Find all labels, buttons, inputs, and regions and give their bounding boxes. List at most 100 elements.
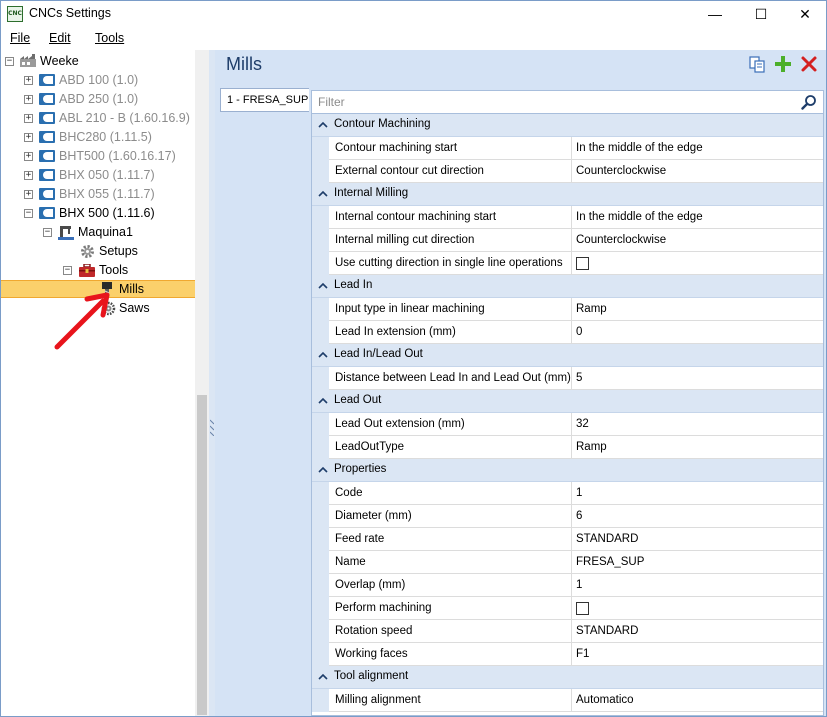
add-icon[interactable] — [774, 55, 792, 73]
property-value[interactable]: Ramp — [572, 436, 823, 459]
tree-item-machine[interactable]: + ABD 250 (1.0) — [1, 90, 191, 109]
tree-item-machine[interactable]: + BHX 055 (1.11.7) — [1, 185, 191, 204]
tab-fresa-sup[interactable]: 1 - FRESA_SUP — [220, 88, 309, 112]
tree-label-machine: BHX 055 (1.11.7) — [59, 187, 155, 201]
copy-icon[interactable] — [748, 55, 766, 73]
tree-item-machine-active[interactable]: − BHX 500 (1.11.6) — [1, 204, 191, 223]
property-row[interactable]: Internal contour machining start In the m… — [312, 206, 823, 229]
expand-icon[interactable]: + — [24, 133, 33, 142]
expand-icon[interactable]: + — [24, 114, 33, 123]
property-value[interactable]: F1 — [572, 643, 823, 666]
chevron-up-icon[interactable] — [318, 120, 328, 130]
minimize-button[interactable]: — — [692, 1, 738, 27]
maximize-button[interactable]: ☐ — [738, 1, 784, 27]
property-row[interactable]: Feed rate STANDARD — [312, 528, 823, 551]
property-name: Rotation speed — [329, 620, 572, 643]
property-row[interactable]: Input type in linear machining Ramp — [312, 298, 823, 321]
tree-item-machine[interactable]: + ABL 210 - B (1.60.16.9) — [1, 109, 191, 128]
property-row[interactable]: Working faces F1 — [312, 643, 823, 666]
property-value[interactable]: Counterclockwise — [572, 229, 823, 252]
property-value[interactable]: In the middle of the edge — [572, 206, 823, 229]
property-row[interactable]: Contour machining start In the middle of … — [312, 137, 823, 160]
chevron-up-icon[interactable] — [318, 350, 328, 360]
category-row[interactable]: Tool alignment — [312, 666, 823, 689]
tree-item-tools[interactable]: − Tools — [1, 261, 191, 280]
tree-item-machine[interactable]: + BHX 050 (1.11.7) — [1, 166, 191, 185]
chevron-up-icon[interactable] — [318, 396, 328, 406]
collapse-icon[interactable]: − — [5, 57, 14, 66]
menu-tools[interactable]: Tools — [95, 31, 124, 45]
tree-item-weeke[interactable]: − Weeke — [1, 52, 191, 71]
collapse-icon[interactable]: − — [43, 228, 52, 237]
property-row[interactable]: Internal milling cut direction Counterclo… — [312, 229, 823, 252]
close-button[interactable]: ✕ — [782, 1, 827, 27]
property-row[interactable]: Lead In extension (mm) 0 — [312, 321, 823, 344]
property-row[interactable]: Diameter (mm) 6 — [312, 505, 823, 528]
tree-scrollbar[interactable] — [195, 50, 209, 716]
tree-item-machine[interactable]: + ABD 100 (1.0) — [1, 71, 191, 90]
filter-input[interactable] — [318, 94, 788, 110]
property-row[interactable]: LeadOutType Ramp — [312, 436, 823, 459]
property-value[interactable] — [572, 597, 823, 620]
property-row[interactable]: Rotation speed STANDARD — [312, 620, 823, 643]
chevron-up-icon[interactable] — [318, 189, 328, 199]
property-value[interactable]: 1 — [572, 574, 823, 597]
category-row[interactable]: Internal Milling — [312, 183, 823, 206]
category-row[interactable]: Lead In/Lead Out — [312, 344, 823, 367]
expand-icon[interactable]: + — [24, 171, 33, 180]
property-row[interactable]: Perform machining — [312, 597, 823, 620]
expand-icon[interactable]: + — [24, 76, 33, 85]
tree-item-machine[interactable]: + BHC280 (1.11.5) — [1, 128, 191, 147]
collapse-icon[interactable]: − — [24, 209, 33, 218]
property-value[interactable]: 32 — [572, 413, 823, 436]
tree-item-setups[interactable]: Setups — [1, 242, 191, 261]
tree-item-mills[interactable]: Mills — [1, 280, 195, 299]
category-row[interactable]: Lead Out — [312, 390, 823, 413]
property-value[interactable]: In the middle of the edge — [572, 137, 823, 160]
delete-icon[interactable] — [800, 55, 818, 73]
tree-item-machine[interactable]: + BHT500 (1.60.16.17) — [1, 147, 191, 166]
property-value[interactable]: Automatico — [572, 689, 823, 712]
property-value[interactable]: 6 — [572, 505, 823, 528]
property-value[interactable]: Counterclockwise — [572, 160, 823, 183]
menu-file[interactable]: File — [10, 31, 30, 45]
category-label: Properties — [334, 463, 387, 475]
property-checkbox[interactable] — [576, 257, 589, 270]
property-row[interactable]: External contour cut direction Counterclo… — [312, 160, 823, 183]
property-value[interactable]: FRESA_SUP — [572, 551, 823, 574]
property-value[interactable]: STANDARD — [572, 528, 823, 551]
chevron-up-icon[interactable] — [318, 672, 328, 682]
chevron-up-icon[interactable] — [318, 465, 328, 475]
property-value[interactable]: 1 — [572, 482, 823, 505]
category-row[interactable]: Properties — [312, 459, 823, 482]
category-row[interactable]: Lead In — [312, 275, 823, 298]
category-row[interactable]: Contour Machining — [312, 114, 823, 137]
property-row[interactable]: Overlap (mm) 1 — [312, 574, 823, 597]
collapse-icon[interactable]: − — [63, 266, 72, 275]
category-label: Lead Out — [334, 394, 382, 406]
property-value[interactable] — [572, 252, 823, 275]
cnc-app-icon: CNC — [7, 6, 23, 22]
search-icon[interactable] — [801, 94, 817, 110]
property-row[interactable]: Lead Out extension (mm) 32 — [312, 413, 823, 436]
expand-icon[interactable]: + — [24, 95, 33, 104]
property-row[interactable]: Distance between Lead In and Lead Out (m… — [312, 367, 823, 390]
expand-icon[interactable]: + — [24, 190, 33, 199]
property-value[interactable]: STANDARD — [572, 620, 823, 643]
property-row[interactable]: Name FRESA_SUP — [312, 551, 823, 574]
property-value[interactable]: 0 — [572, 321, 823, 344]
property-row[interactable]: Milling alignment Automatico — [312, 689, 823, 712]
chevron-up-icon[interactable] — [318, 281, 328, 291]
tree-item-saws[interactable]: Saws — [1, 299, 191, 318]
tree-item-maquina1[interactable]: − Maquina1 — [1, 223, 191, 242]
saw-blade-icon — [101, 301, 116, 316]
property-row[interactable]: Use cutting direction in single line ope… — [312, 252, 823, 275]
property-row[interactable]: Code 1 — [312, 482, 823, 505]
expand-icon[interactable]: + — [24, 152, 33, 161]
property-value[interactable]: Ramp — [572, 298, 823, 321]
tree-scrollbar-thumb[interactable] — [197, 395, 207, 715]
property-value[interactable]: 5 — [572, 367, 823, 390]
cnc-machine-icon — [39, 74, 55, 86]
menu-edit[interactable]: Edit — [49, 31, 71, 45]
property-checkbox[interactable] — [576, 602, 589, 615]
